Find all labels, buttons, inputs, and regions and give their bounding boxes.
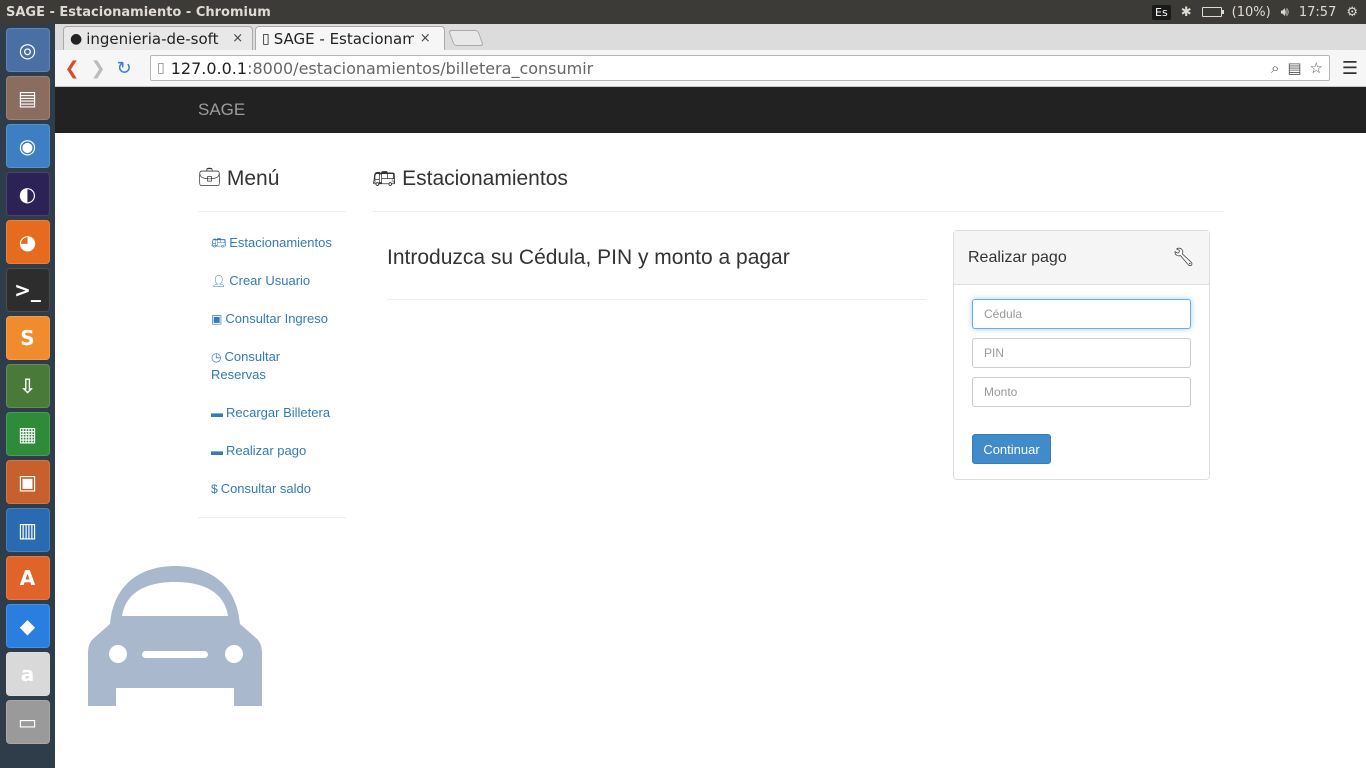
window-title: SAGE - Estacionamiento - Chromium xyxy=(6,4,271,20)
back-button[interactable]: ❮ xyxy=(59,58,85,79)
sidebar-item-label: Recargar Billetera xyxy=(226,405,331,420)
sidebar-item-label: Consultar Ingreso xyxy=(225,311,328,326)
monto-input[interactable] xyxy=(972,377,1191,407)
forward-button[interactable]: ❯ xyxy=(85,58,111,79)
user-icon: 👤︎ xyxy=(211,274,227,288)
browser-toolbar: ❮ ❯ ↻ ▯ 127.0.0.1:8000/estacionamientos/… xyxy=(55,50,1366,87)
tab-bar: ● ingenieria-de-soft × ▯ SAGE - Estacion… xyxy=(55,24,1366,50)
sublime-text-icon[interactable]: S xyxy=(5,316,50,360)
sidebar-item-label: Consultar saldo xyxy=(220,481,312,496)
eclipse-icon[interactable]: ◐ xyxy=(5,172,50,216)
clock-icon: ◷ xyxy=(211,350,222,364)
dropbox-icon[interactable]: ◆ xyxy=(5,604,50,648)
drive-icon[interactable]: ▭ xyxy=(5,700,50,744)
payment-panel: Realizar pago 🔧︎ Continuar xyxy=(953,230,1210,480)
tab-github[interactable]: ● ingenieria-de-soft × xyxy=(63,26,253,50)
gear-icon[interactable]: ⚙ xyxy=(1346,5,1358,20)
ubuntu-dash-icon[interactable]: ◎ xyxy=(5,28,50,72)
os-top-panel: SAGE - Estacionamiento - Chromium Es ✱ (… xyxy=(0,0,1366,24)
sidebar-title-label: Menú xyxy=(226,167,280,190)
credit-card-icon: ▬ xyxy=(211,406,223,420)
bus-icon: 🚌︎ xyxy=(372,169,397,190)
firefox-icon[interactable]: ◕ xyxy=(5,220,50,264)
bluetooth-icon[interactable]: ✱ xyxy=(1181,5,1192,20)
form-instructions: Introduzca su Cédula, PIN y monto a paga… xyxy=(387,246,926,300)
install-icon[interactable]: ⇩ xyxy=(5,364,50,408)
continuar-button[interactable]: Continuar xyxy=(972,434,1051,464)
new-tab-button[interactable] xyxy=(448,30,484,46)
clock[interactable]: 17:57 xyxy=(1299,5,1336,20)
battery-icon[interactable] xyxy=(1201,7,1224,17)
page-title-label: Estacionamientos xyxy=(402,167,568,190)
star-icon[interactable]: ☆ xyxy=(1310,59,1323,77)
system-indicators: Es ✱ (10%) 🔊︎ 17:57 ⚙ xyxy=(1152,4,1366,20)
url-host: 127.0.0.1 xyxy=(170,58,248,78)
sidebar-item-realizar-pago[interactable]: ▬ Realizar pago xyxy=(211,442,346,460)
panel-title: Realizar pago xyxy=(968,248,1067,266)
sidebar-item-estacionamientos[interactable]: 🚌︎ Estacionamientos xyxy=(211,234,346,252)
car-icon xyxy=(88,566,262,706)
sidebar-item-crear-usuario[interactable]: 👤︎ Crear Usuario xyxy=(211,272,346,290)
cedula-input[interactable] xyxy=(972,299,1191,329)
credit-card-icon: ▬ xyxy=(211,444,223,458)
bus-icon: 🚌︎ xyxy=(211,236,227,250)
sidebar-item-label: Realizar pago xyxy=(226,443,307,458)
sidebar-item-consultar-ingreso[interactable]: ▣ Consultar Ingreso xyxy=(211,310,346,328)
page-icon: ▯ xyxy=(262,30,270,47)
launcher: ◎ ▤ ◉ ◐ ◕ >_ S ⇩ ▦ ▣ ▥ A ◆ a ▭ xyxy=(0,24,55,768)
sidebar-item-label: Crear Usuario xyxy=(229,273,311,288)
calc-icon[interactable]: ▦ xyxy=(5,412,50,456)
panel-heading: Realizar pago 🔧︎ xyxy=(954,231,1209,285)
sidebar-item-consultar-reservas[interactable]: ◷ Consultar Reservas xyxy=(211,348,301,384)
sidebar-item-label: Consultar Reservas xyxy=(211,349,281,382)
translate-icon[interactable]: ▤ xyxy=(1287,59,1301,77)
battery-percent: (10%) xyxy=(1231,4,1271,20)
close-icon[interactable]: × xyxy=(420,31,431,46)
volume-icon[interactable]: 🔊︎ xyxy=(1281,5,1289,20)
sidebar-menu: 💼︎ Menú 🚌︎ Estacionamientos 👤︎ Crear Usuar… xyxy=(198,167,346,518)
sidebar-item-consultar-saldo[interactable]: $ Consultar saldo xyxy=(211,480,346,498)
software-center-icon[interactable]: A xyxy=(5,556,50,600)
sidebar-title: 💼︎ Menú xyxy=(198,167,346,212)
terminal-icon[interactable]: >_ xyxy=(5,268,50,312)
site-navbar: SAGE xyxy=(55,87,1366,133)
page-title: 🚌︎ Estacionamientos xyxy=(372,167,1224,212)
tab-label: ingenieria-de-soft xyxy=(86,29,219,48)
files-icon[interactable]: ▤ xyxy=(5,76,50,120)
search-icon[interactable]: ⌕ xyxy=(1271,59,1279,77)
github-icon: ● xyxy=(70,30,83,47)
wrench-icon: 🔧︎ xyxy=(1172,247,1195,267)
money-icon: ▣ xyxy=(211,312,223,326)
writer-icon[interactable]: ▥ xyxy=(5,508,50,552)
sidebar-item-label: Estacionamientos xyxy=(229,235,332,250)
pin-input[interactable] xyxy=(972,338,1191,368)
panel-body: Continuar xyxy=(954,285,1209,478)
navbar-brand[interactable]: SAGE xyxy=(198,100,245,120)
tab-sage[interactable]: ▯ SAGE - Estacionam × xyxy=(255,26,445,50)
sidebar-list: 🚌︎ Estacionamientos 👤︎ Crear Usuario ▣ Cons… xyxy=(198,212,346,518)
reload-button[interactable]: ↻ xyxy=(111,58,137,79)
briefcase-icon: 💼︎ xyxy=(198,167,221,187)
sidebar-item-recargar-billetera[interactable]: ▬ Recargar Billetera xyxy=(211,404,346,422)
keyboard-layout-indicator[interactable]: Es xyxy=(1152,4,1171,20)
chromium-icon[interactable]: ◉ xyxy=(5,124,50,168)
url-path: :8000/estacionamientos/billetera_consumi… xyxy=(247,58,594,78)
impress-icon[interactable]: ▣ xyxy=(5,460,50,504)
close-icon[interactable]: × xyxy=(232,31,243,46)
tab-label: SAGE - Estacionam xyxy=(273,29,414,48)
amazon-icon[interactable]: a xyxy=(5,652,50,696)
menu-icon[interactable]: ☰ xyxy=(1342,58,1358,79)
address-bar[interactable]: ▯ 127.0.0.1:8000/estacionamientos/billet… xyxy=(150,55,1330,81)
dollar-icon: $ xyxy=(211,482,218,496)
page-icon: ▯ xyxy=(157,60,165,76)
